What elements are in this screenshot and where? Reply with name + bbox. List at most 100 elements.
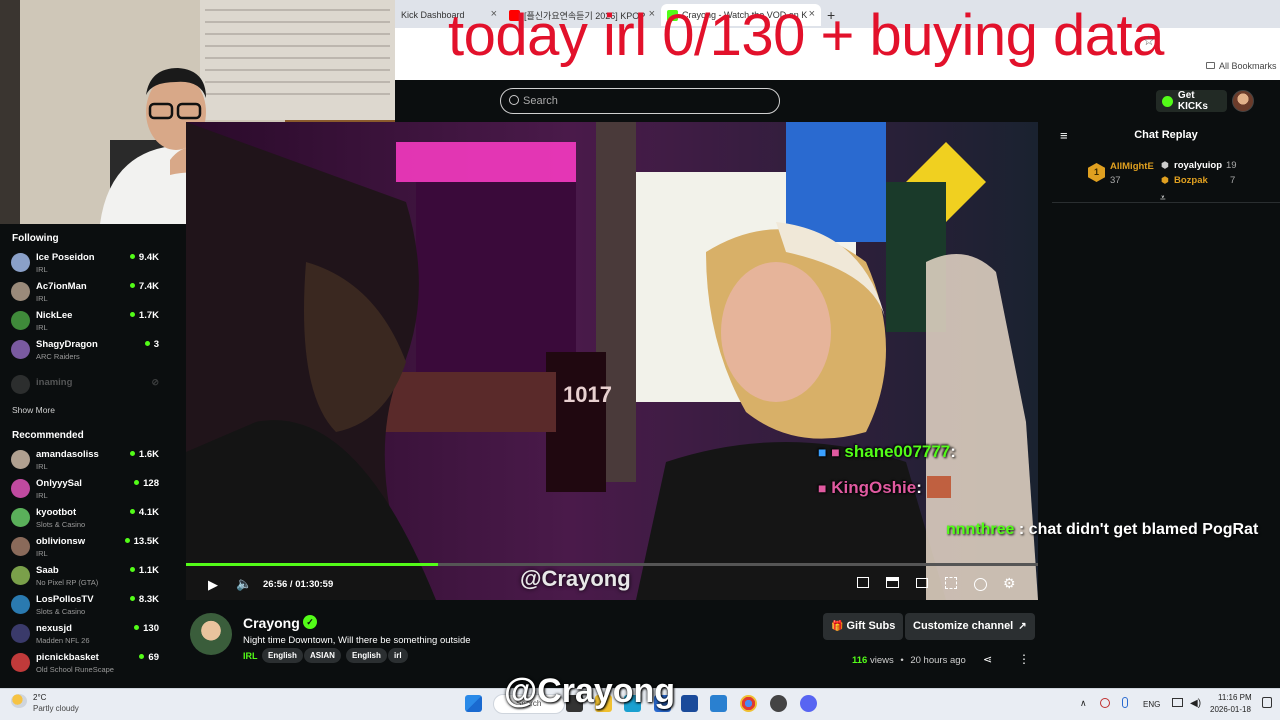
search-input[interactable]: Search	[500, 88, 780, 114]
theater-icon[interactable]	[886, 577, 899, 588]
chrome-icon[interactable]	[740, 695, 757, 712]
obs-icon[interactable]	[770, 695, 787, 712]
sidebar-channel[interactable]: Saab No Pixel RP (GTA) 1.1K	[0, 565, 170, 594]
display-icon[interactable]	[1172, 698, 1183, 707]
weather-temperature[interactable]: 2°C	[33, 693, 46, 702]
channel-name: nexusjd	[36, 623, 72, 634]
video-player[interactable]: 1017	[186, 122, 1038, 600]
gift-icon: ⬢	[1161, 175, 1169, 185]
tag-pill[interactable]: English	[262, 648, 303, 663]
live-dot-icon	[134, 480, 140, 485]
overlay-chat-line-3: nnnthree : chat didn't get blamed PogRat	[946, 521, 1259, 538]
time-ago: 20 hours ago	[910, 655, 966, 666]
sidebar-channel[interactable]: amandasoliss IRL 1.6K	[0, 449, 170, 478]
customize-channel-button[interactable]: Customize channel ↗	[905, 613, 1035, 640]
view-stats: 116 views • 20 hours ago	[852, 655, 966, 666]
customize-label: Customize channel	[913, 620, 1014, 632]
more-options-icon[interactable]: ⋮	[1018, 652, 1030, 666]
sidebar-channel[interactable]: LosPollosTV Slots & Casino 8.3K	[0, 594, 170, 623]
gift-icon: 🎁	[831, 621, 844, 632]
tag-pill[interactable]: ASIAN	[304, 648, 341, 663]
channel-category: No Pixel RP (GTA)	[36, 578, 99, 587]
live-dot-icon	[129, 567, 135, 572]
weather-cloud-icon[interactable]	[11, 694, 27, 708]
sidebar-channel[interactable]: Ice Poseidon IRL 9.4K	[0, 252, 170, 281]
app-icon[interactable]	[681, 695, 698, 712]
stream-title: Night time Downtown, Will there be somet…	[243, 635, 471, 646]
gift-subs-button[interactable]: 🎁 Gift Subs	[823, 613, 904, 640]
viewer-count: 128	[134, 478, 159, 489]
viewer-count: 130	[134, 623, 159, 634]
leader-name[interactable]: Bozpak	[1174, 175, 1208, 186]
share-icon[interactable]: ⋖	[983, 653, 992, 666]
sub-badge-icon: ■	[831, 444, 840, 460]
star-icon[interactable]: ☆	[1143, 33, 1155, 49]
microphone-icon[interactable]	[1122, 697, 1128, 708]
sidebar: Following Ice Poseidon IRL 9.4K Ac7ionMa…	[0, 224, 170, 688]
sidebar-channel[interactable]: NickLee IRL 1.7K	[0, 310, 170, 339]
sidebar-channel[interactable]: picnickbasket Old School RuneScape 69	[0, 652, 170, 681]
fullscreen-icon[interactable]	[945, 577, 957, 589]
avatar	[11, 624, 30, 643]
channel-category: IRL	[36, 294, 48, 303]
channel-name: picnickbasket	[36, 652, 99, 663]
volume-icon[interactable]: 🔈	[236, 576, 252, 592]
emote-icon	[926, 476, 951, 498]
folder-icon	[1206, 62, 1215, 69]
speed-icon[interactable]	[974, 578, 987, 591]
speaker-icon[interactable]: ◀)	[1190, 698, 1201, 709]
clip-icon[interactable]	[916, 578, 928, 588]
channel-category: IRL	[36, 549, 48, 558]
tray-app-icon[interactable]	[1100, 698, 1110, 708]
settings-gear-icon[interactable]: ⚙	[1003, 575, 1016, 592]
sidebar-channel[interactable]: nexusjd Madden NFL 26 130	[0, 623, 170, 652]
viewer-count: 3	[144, 339, 159, 350]
bottom-watermark: @Crayong	[504, 672, 676, 710]
weather-status[interactable]: Partly cloudy	[33, 704, 79, 713]
channel-name: ShagyDragon	[36, 339, 98, 350]
avatar	[11, 479, 30, 498]
channel-name: inaming	[36, 377, 73, 388]
language-indicator[interactable]: ENG	[1143, 700, 1160, 709]
channel-name: OnlyyySal	[36, 478, 82, 489]
tag-pill[interactable]: English	[346, 648, 387, 663]
all-bookmarks-link[interactable]: All Bookmarks	[1219, 61, 1277, 71]
notifications-icon[interactable]	[1262, 697, 1272, 708]
windows-start-icon[interactable]	[465, 695, 482, 712]
clock-time[interactable]: 11:16 PM	[1218, 693, 1252, 702]
miniplayer-icon[interactable]	[857, 577, 869, 588]
mail-icon[interactable]	[710, 695, 727, 712]
discord-icon[interactable]	[800, 695, 817, 712]
clock-date[interactable]: 2026-01-18	[1210, 705, 1251, 714]
tray-chevron-icon[interactable]: ∧	[1080, 698, 1087, 709]
streamer-avatar[interactable]	[190, 613, 232, 655]
live-dot-icon	[134, 625, 140, 630]
live-dot-icon	[129, 254, 135, 259]
category-link[interactable]: IRL	[243, 651, 258, 661]
viewer-count: 13.5K	[124, 536, 159, 547]
play-icon[interactable]: ▶	[208, 577, 218, 593]
user-avatar[interactable]	[1232, 90, 1254, 112]
leader-count: 37	[1110, 175, 1121, 186]
sidebar-channel[interactable]: kyootbot Slots & Casino 4.1K	[0, 507, 170, 536]
sidebar-channel[interactable]: Ac7ionMan IRL 7.4K	[0, 281, 170, 310]
gift-icon: ⬢	[1161, 160, 1169, 170]
sidebar-channel[interactable]: oblivionsw IRL 13.5K	[0, 536, 170, 565]
sidebar-channel-offline[interactable]: inaming ⊘	[0, 374, 170, 403]
viewer-count: 7.4K	[129, 281, 159, 292]
tag-pill[interactable]: irl	[388, 648, 408, 663]
streamer-name[interactable]: Crayong	[243, 615, 300, 631]
chat-panel	[1052, 122, 1280, 688]
sidebar-channel[interactable]: OnlyyySal IRL 128	[0, 478, 170, 507]
overlay-chat-line-1: ■ ■ shane007777:	[818, 442, 956, 461]
avatar	[11, 311, 30, 330]
leader-name[interactable]: AllMightE	[1110, 161, 1154, 172]
chat-title: Chat Replay	[1134, 129, 1198, 141]
sidebar-channel[interactable]: ShagyDragon ARC Raiders 3	[0, 339, 170, 368]
avatar	[11, 566, 30, 585]
channel-category: IRL	[36, 491, 48, 500]
leader-name[interactable]: royalyuiop	[1174, 160, 1222, 171]
get-kicks-button[interactable]: Get KICKs	[1156, 90, 1227, 112]
views-count: 116	[852, 655, 868, 666]
show-more-button[interactable]: Show More	[12, 405, 55, 415]
